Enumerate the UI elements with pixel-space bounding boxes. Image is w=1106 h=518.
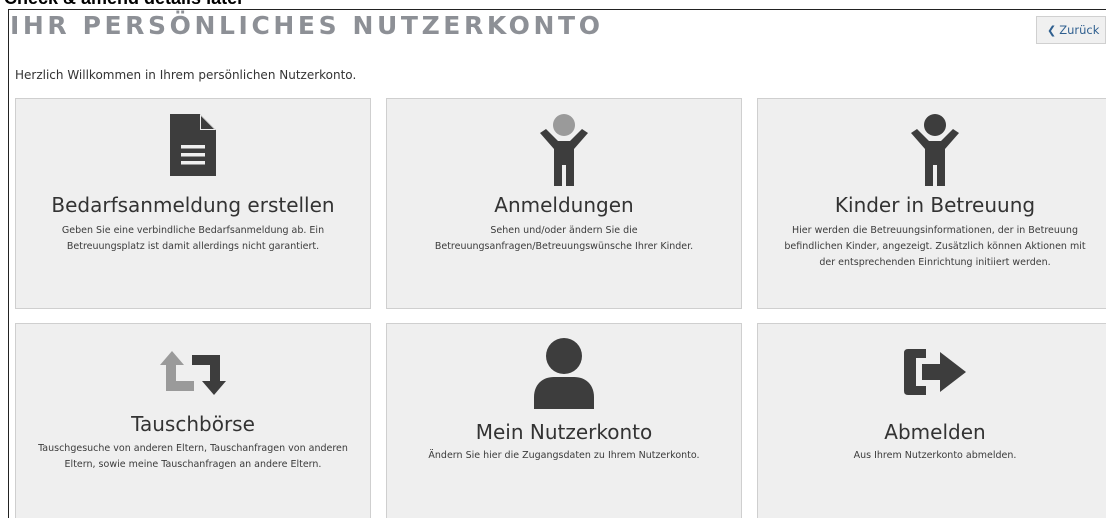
child-icon — [758, 113, 1106, 187]
tile-description: Ändern Sie hier die Zugangsdaten zu Ihre… — [428, 450, 700, 461]
tile-description: Hier werden die Betreuungsinformationen,… — [784, 225, 1086, 268]
tile-tauschboerse[interactable]: Tauschbörse Tauschgesuche von anderen El… — [15, 323, 371, 518]
child-icon — [387, 113, 741, 187]
tile-abmelden[interactable]: Abmelden Aus Ihrem Nutzerkonto abmelden. — [757, 323, 1106, 518]
exchange-icon — [16, 351, 370, 395]
tile-description: Tauschgesuche von anderen Eltern, Tausch… — [38, 443, 348, 470]
document-icon — [16, 114, 370, 176]
sign-out-icon — [758, 349, 1106, 395]
tile-title: Bedarfsanmeldung erstellen — [51, 193, 335, 217]
notice-banner-text: Check & amend details later — [4, 0, 244, 8]
tile-kinder-in-betreuung[interactable]: Kinder in Betreuung Hier werden die Betr… — [757, 98, 1106, 309]
page-title: IHR PERSÖNLICHES NUTZERKONTO — [10, 11, 604, 40]
tile-title: Abmelden — [884, 420, 986, 444]
welcome-text: Herzlich Willkommen in Ihrem persönliche… — [15, 68, 357, 82]
back-button-label: Zurück — [1059, 23, 1100, 37]
tile-bedarfsanmeldung[interactable]: Bedarfsanmeldung erstellen Geben Sie ein… — [15, 98, 371, 309]
tile-description: Aus Ihrem Nutzerkonto abmelden. — [853, 450, 1017, 461]
tile-title: Tauschbörse — [131, 412, 255, 436]
tile-mein-nutzerkonto[interactable]: Mein Nutzerkonto Ändern Sie hier die Zug… — [386, 323, 742, 518]
notice-banner: Check & amend details later — [0, 0, 1106, 9]
tile-title: Kinder in Betreuung — [834, 193, 1036, 217]
user-icon — [387, 337, 741, 409]
tile-title: Mein Nutzerkonto — [475, 420, 653, 444]
back-button[interactable]: ❮ Zurück — [1036, 16, 1106, 44]
tile-anmeldungen[interactable]: Anmeldungen Sehen und/oder ändern Sie di… — [386, 98, 742, 309]
tile-title: Anmeldungen — [494, 193, 634, 217]
tile-description: Sehen und/oder ändern Sie die Betreuungs… — [434, 225, 694, 252]
tile-description: Geben Sie eine verbindliche Bedarfsanmel… — [61, 225, 325, 252]
chevron-left-icon: ❮ — [1047, 23, 1057, 37]
